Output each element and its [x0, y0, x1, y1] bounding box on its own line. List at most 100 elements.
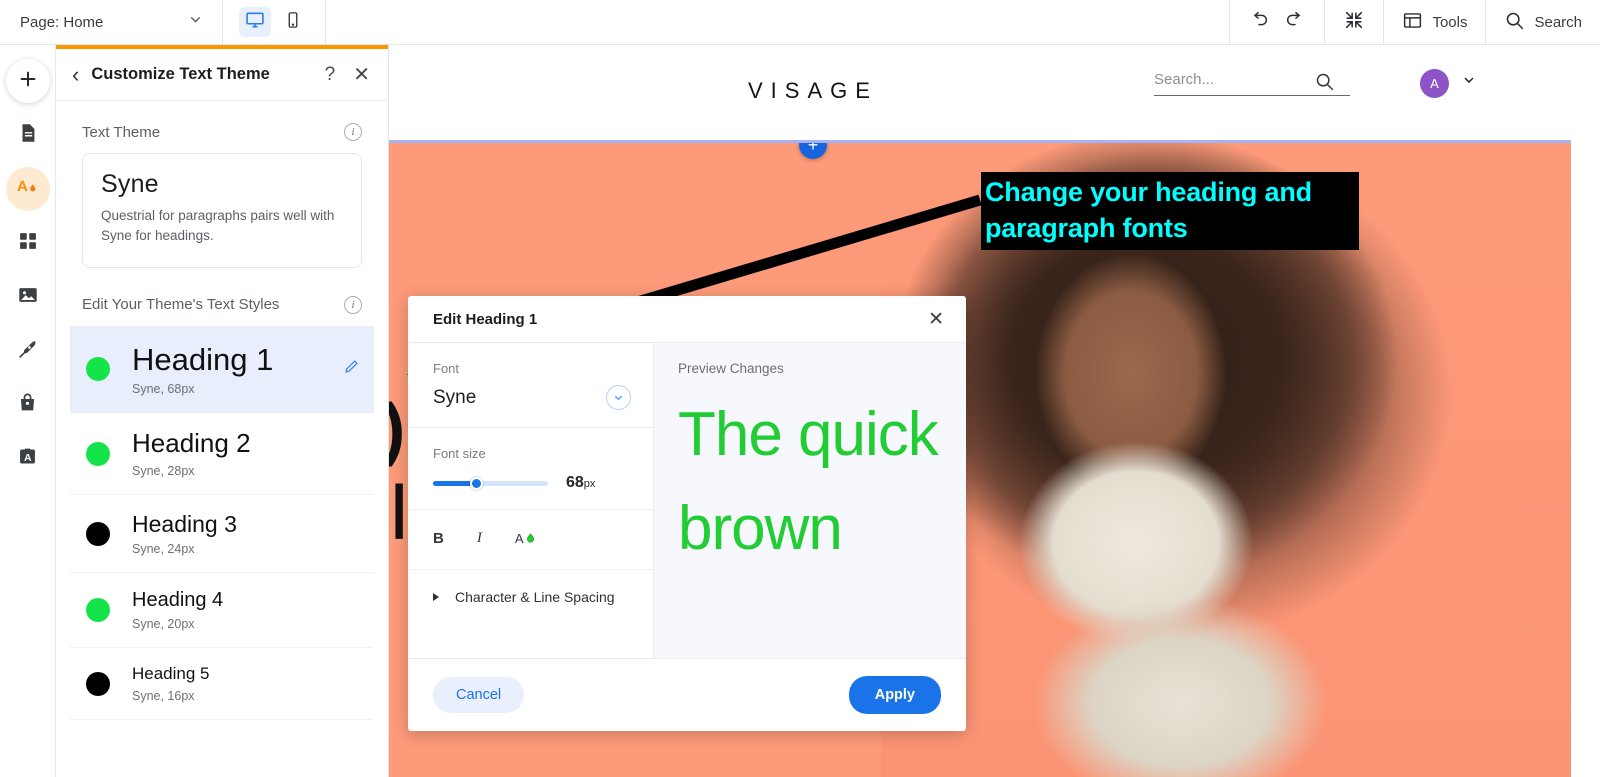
chevron-down-icon[interactable] — [1461, 72, 1477, 92]
rail-item-store[interactable] — [6, 383, 50, 427]
left-icon-rail: A A — [0, 45, 56, 777]
font-size-value-group: 68px — [566, 474, 595, 492]
style-row-heading-3[interactable]: Heading 3 Syne, 24px — [70, 495, 374, 574]
rail-item-images[interactable] — [6, 275, 50, 319]
character-line-spacing-toggle[interactable]: Character & Line Spacing — [408, 570, 653, 624]
font-size-value: 68 — [566, 474, 584, 491]
search-button[interactable]: Search — [1486, 0, 1600, 44]
redo-arrow-icon[interactable] — [1284, 9, 1306, 36]
page-selector-label: Page: Home — [20, 13, 104, 31]
style-name: Heading 2 — [132, 428, 251, 459]
search-label: Search — [1534, 13, 1582, 31]
panel-header: ‹ Customize Text Theme ? ✕ — [56, 49, 388, 101]
spacing-label: Character & Line Spacing — [455, 589, 615, 605]
site-brand-logo: VISAGE — [748, 78, 878, 103]
style-texts: Heading 5 Syne, 16px — [132, 664, 360, 703]
rail-item-text-theme[interactable]: A — [5, 167, 50, 211]
info-icon-styles[interactable]: i — [344, 295, 362, 314]
mobile-phone-icon — [284, 11, 302, 34]
font-select[interactable]: Syne — [433, 385, 631, 410]
magnifier-icon[interactable] — [1314, 71, 1335, 97]
question-mark-icon[interactable]: ? — [319, 64, 342, 86]
info-icon-theme[interactable]: i — [344, 123, 362, 141]
font-size-unit: px — [583, 478, 596, 490]
style-meta: Syne, 16px — [132, 689, 195, 704]
apply-button[interactable]: Apply — [848, 676, 941, 714]
layout-panel-icon — [1402, 10, 1423, 35]
mobile-view-button[interactable] — [277, 7, 309, 37]
tools-label: Tools — [1432, 13, 1468, 31]
style-row-heading-2[interactable]: Heading 2 Syne, 28px — [70, 413, 374, 496]
modal-body: Font Syne Font size 68px B I A Character… — [408, 343, 966, 658]
color-swatch[interactable] — [86, 441, 110, 466]
style-meta: Syne, 68px — [132, 382, 195, 397]
style-texts: Heading 2 Syne, 28px — [132, 428, 360, 479]
history-group — [1230, 0, 1324, 44]
collapse-arrows-icon — [1343, 9, 1365, 36]
chevron-down-circle-icon[interactable] — [606, 385, 631, 410]
undo-arrow-icon[interactable] — [1248, 9, 1270, 36]
style-name: Heading 5 — [132, 664, 210, 684]
color-swatch[interactable] — [86, 598, 110, 623]
tools-button[interactable]: Tools — [1384, 0, 1485, 44]
desktop-view-button[interactable] — [239, 7, 271, 37]
pencil-edit-icon[interactable] — [343, 358, 360, 380]
style-texts: Heading 3 Syne, 24px — [132, 511, 360, 556]
close-x-icon[interactable]: ✕ — [353, 65, 370, 85]
device-preview-group — [223, 0, 325, 44]
document-page-icon — [17, 122, 39, 149]
rail-item-pages[interactable] — [6, 113, 50, 157]
rail-item-fonts[interactable]: A — [6, 437, 50, 481]
collapse-button[interactable] — [1325, 0, 1383, 44]
theme-card[interactable]: Syne Questrial for paragraphs pairs well… — [82, 153, 362, 268]
text-format-row: B I A — [408, 510, 653, 570]
top-toolbar: Page: Home Tools Search — [0, 0, 1600, 45]
cancel-button[interactable]: Cancel — [433, 677, 525, 713]
chevron-left-icon[interactable]: ‹ — [72, 63, 79, 86]
add-section-button[interactable]: + — [799, 143, 827, 159]
rail-item-blocks[interactable] — [6, 221, 50, 265]
plus-icon — [17, 68, 39, 95]
font-field: Font Syne — [408, 343, 653, 428]
annotation-callout: Change your heading and paragraph fonts — [981, 172, 1359, 250]
panel-title: Customize Text Theme — [91, 65, 270, 83]
svg-text:A: A — [17, 178, 28, 195]
styles-section-header: Edit Your Theme's Text Styles i — [82, 295, 362, 314]
close-x-icon[interactable]: ✕ — [928, 310, 944, 329]
modal-title: Edit Heading 1 — [433, 310, 538, 328]
font-size-field: Font size 68px — [408, 428, 653, 510]
italic-button[interactable]: I — [477, 530, 482, 547]
text-styles-list: Heading 1 Syne, 68px Heading 2 Syne, 28p… — [70, 325, 374, 721]
rail-item-add[interactable] — [5, 59, 50, 103]
site-header: VISAGE Search... A — [389, 45, 1600, 140]
slider-knob[interactable] — [470, 476, 483, 490]
style-meta: Syne, 28px — [132, 464, 195, 479]
color-droplet-icon — [525, 531, 536, 544]
color-swatch[interactable] — [86, 671, 110, 696]
preview-text: The quick brown — [678, 400, 939, 564]
modal-preview-column: Preview Changes The quick brown — [654, 343, 966, 658]
app-root: Page: Home Tools Search A A ‹ Customize … — [0, 0, 1600, 777]
text-color-button[interactable]: A — [515, 531, 536, 546]
style-row-heading-1[interactable]: Heading 1 Syne, 68px — [70, 325, 374, 414]
desktop-monitor-icon — [245, 10, 265, 35]
style-row-heading-4[interactable]: Heading 4 Syne, 20px — [70, 573, 374, 649]
page-selector[interactable]: Page: Home — [0, 0, 222, 44]
color-swatch[interactable] — [86, 521, 110, 546]
style-name: Heading 1 — [132, 341, 274, 377]
svg-text:A: A — [24, 452, 32, 464]
style-row-heading-5[interactable]: Heading 5 Syne, 16px — [70, 648, 374, 721]
panel-body: Text Theme i Syne Questrial for paragrap… — [56, 101, 388, 777]
hero-subheading-text-partial: | — [391, 474, 408, 539]
bold-button[interactable]: B — [433, 530, 444, 547]
avatar[interactable]: A — [1420, 69, 1449, 98]
style-meta: Syne, 20px — [132, 617, 195, 632]
modal-header: Edit Heading 1 ✕ — [408, 296, 966, 343]
font-size-label: Font size — [433, 446, 486, 461]
font-size-slider[interactable] — [433, 476, 548, 490]
font-size-control: 68px — [433, 474, 631, 492]
color-swatch[interactable] — [86, 356, 110, 381]
rail-item-design[interactable] — [6, 329, 50, 373]
text-color-letter: A — [514, 531, 524, 546]
